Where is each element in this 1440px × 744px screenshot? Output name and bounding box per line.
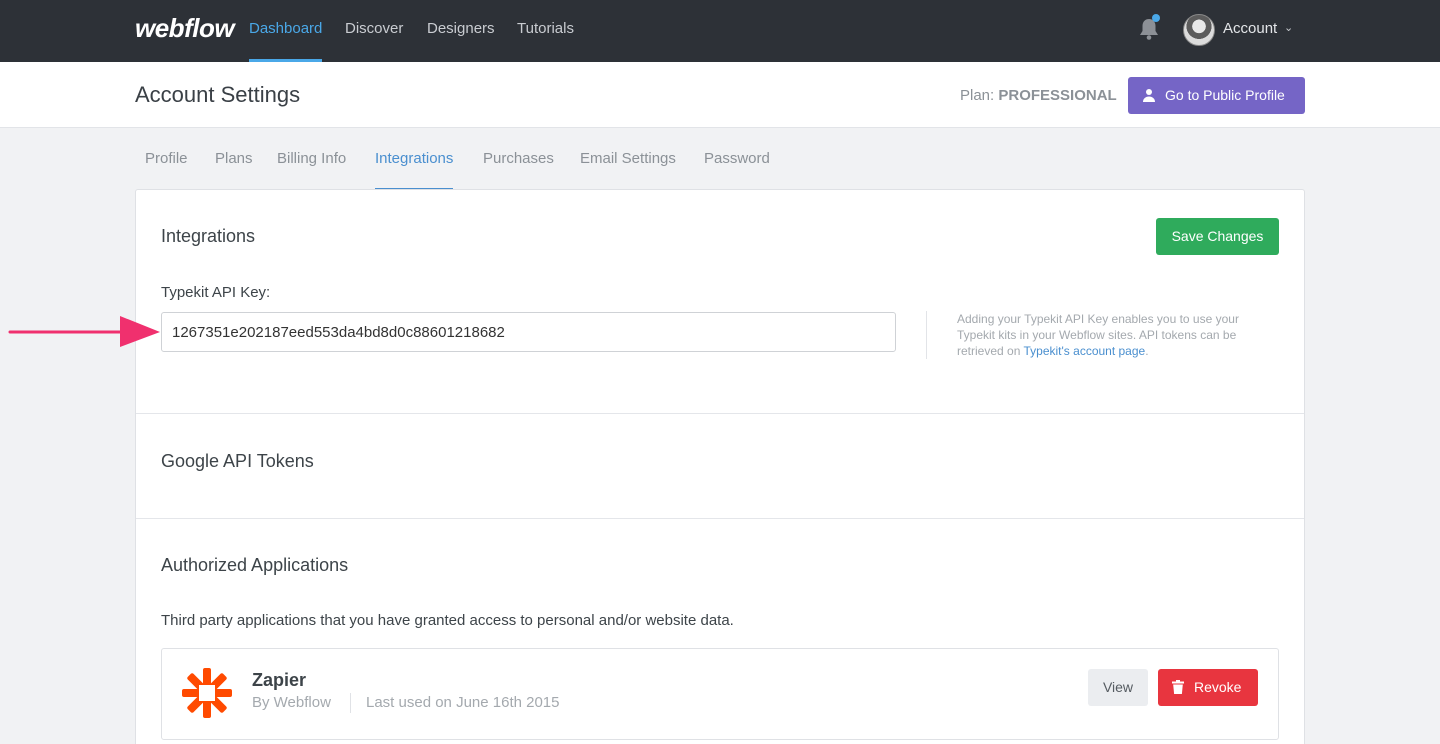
zapier-logo-icon <box>182 668 232 718</box>
integrations-heading: Integrations <box>161 226 256 246</box>
typekit-account-link[interactable]: Typekit's account page <box>1024 344 1146 358</box>
typekit-api-key-label: Typekit API Key: <box>161 284 271 301</box>
revoke-label: Revoke <box>1194 679 1242 695</box>
typekit-help-end: . <box>1145 344 1149 358</box>
webflow-logo[interactable]: webflow <box>135 13 235 44</box>
trash-icon <box>1172 680 1184 694</box>
account-menu[interactable]: Account <box>1223 20 1277 37</box>
tab-profile[interactable]: Profile <box>145 150 188 190</box>
google-api-tokens-heading: Google API Tokens <box>161 451 314 471</box>
authorized-applications-heading: Authorized Applications <box>161 555 349 575</box>
view-app-button[interactable]: View <box>1088 669 1148 706</box>
page-title: Account Settings <box>135 82 301 107</box>
nav-link-tutorials[interactable]: Tutorials <box>517 20 574 62</box>
plan-value: PROFESSIONAL <box>998 87 1117 104</box>
nav-link-designers[interactable]: Designers <box>427 20 495 62</box>
revoke-app-button[interactable]: Revoke <box>1158 669 1258 706</box>
app-author: By Webflow <box>252 694 331 711</box>
avatar[interactable] <box>1183 14 1215 46</box>
go-to-public-profile-label: Go to Public Profile <box>1165 87 1285 103</box>
app-name: Zapier <box>252 670 307 690</box>
app-last-used: Last used on June 16th 2015 <box>366 694 560 711</box>
typekit-help-text: Adding your Typekit API Key enables you … <box>957 311 1257 359</box>
plan-indicator: Plan: PROFESSIONAL <box>960 87 1117 104</box>
save-changes-button[interactable]: Save Changes <box>1156 218 1279 255</box>
user-icon <box>1143 89 1155 102</box>
vertical-divider <box>926 311 927 359</box>
nav-link-dashboard[interactable]: Dashboard <box>249 20 323 62</box>
go-to-public-profile-button[interactable]: Go to Public Profile <box>1128 77 1305 114</box>
tab-integrations[interactable]: Integrations <box>375 150 454 190</box>
chevron-down-icon[interactable]: ⌄ <box>1284 21 1293 34</box>
app-meta-divider <box>350 693 351 713</box>
tab-email-settings[interactable]: Email Settings <box>580 150 676 190</box>
section-divider <box>136 413 1304 414</box>
typekit-api-key-input[interactable] <box>161 312 896 352</box>
authorized-applications-description: Third party applications that you have g… <box>161 612 734 629</box>
plan-label: Plan: <box>960 87 995 104</box>
tab-password[interactable]: Password <box>704 150 770 190</box>
tab-plans[interactable]: Plans <box>215 150 253 190</box>
nav-link-discover[interactable]: Discover <box>345 20 403 62</box>
notification-dot <box>1152 14 1160 22</box>
tab-purchases[interactable]: Purchases <box>483 150 554 190</box>
section-divider <box>136 518 1304 519</box>
annotation-arrow-icon <box>8 316 160 347</box>
tab-billing-info[interactable]: Billing Info <box>277 150 346 190</box>
